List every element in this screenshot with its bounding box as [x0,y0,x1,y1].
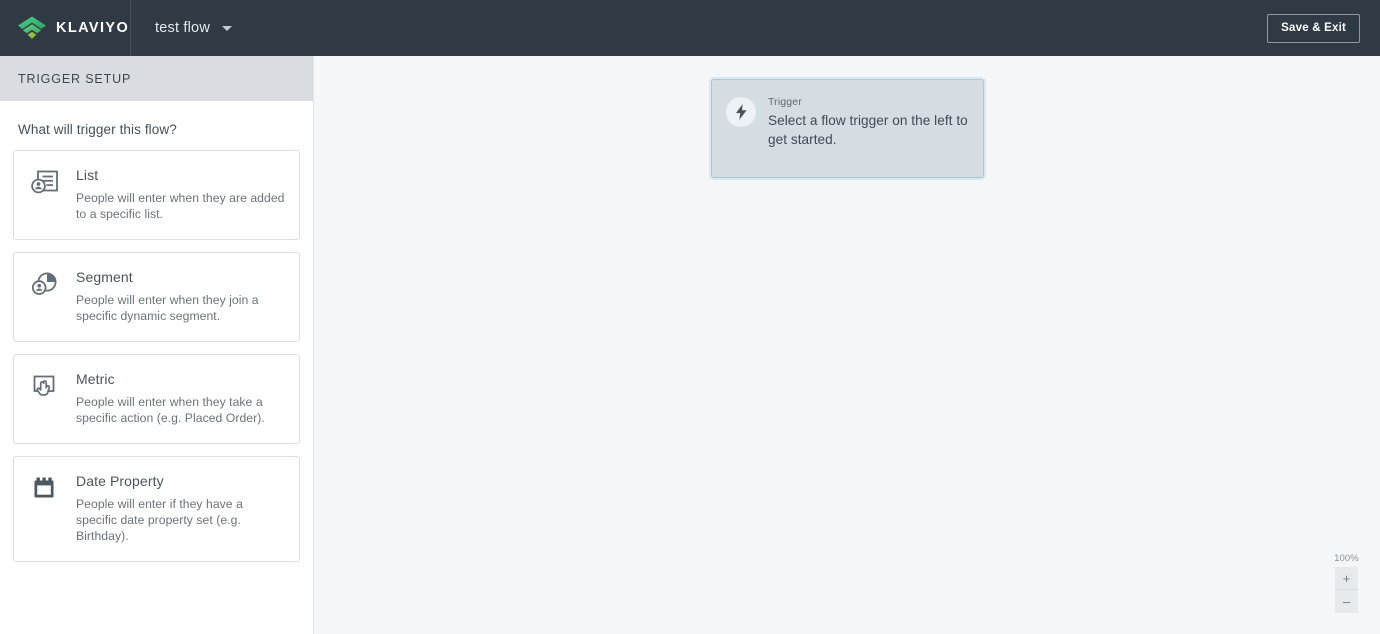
trigger-option-text: Segment People will enter when they join… [76,269,285,324]
trigger-option-title: Segment [76,269,133,285]
zoom-controls: 100% + – [1334,553,1359,613]
trigger-option-segment[interactable]: Segment People will enter when they join… [13,252,300,342]
flow-name-dropdown[interactable]: test flow [131,0,232,56]
trigger-option-list[interactable]: List People will enter when they are add… [13,150,300,240]
trigger-question-label: What will trigger this flow? [18,122,177,137]
zoom-level-label: 100% [1334,553,1359,564]
trigger-option-description: People will enter when they join a speci… [76,293,259,323]
trigger-option-description: People will enter when they take a speci… [76,395,265,425]
trigger-option-description: People will enter when they are added to… [76,191,285,221]
main-body: TRIGGER SETUP What will trigger this flo… [0,56,1380,634]
date-property-calendar-icon [28,473,62,544]
trigger-option-title: List [76,167,99,183]
trigger-option-metric[interactable]: Metric People will enter when they take … [13,354,300,444]
sidebar-header: TRIGGER SETUP [0,56,313,101]
save-and-exit-button[interactable]: Save & Exit [1267,13,1360,43]
flow-builder-app: KLAVIYO test flow Save & Exit TRIGGER SE… [0,0,1380,634]
zoom-out-button[interactable]: – [1335,590,1358,613]
trigger-option-title: Metric [76,371,115,387]
flow-canvas[interactable]: Trigger Select a flow trigger on the lef… [314,56,1380,634]
trigger-option-description: People will enter if they have a specifi… [76,497,243,543]
chevron-down-icon [222,25,232,31]
lightning-bolt-icon [726,97,756,127]
trigger-setup-sidebar: TRIGGER SETUP What will trigger this flo… [0,56,314,634]
trigger-node-description: Select a flow trigger on the left to get… [768,113,968,147]
trigger-option-date-property[interactable]: Date Property People will enter if they … [13,456,300,562]
list-document-person-icon [28,167,62,222]
trigger-option-text: List People will enter when they are add… [76,167,285,222]
top-navigation-bar: KLAVIYO test flow Save & Exit [0,0,1380,56]
zoom-in-button[interactable]: + [1335,567,1358,590]
trigger-node-label: Trigger [768,96,802,108]
trigger-option-text: Metric People will enter when they take … [76,371,285,426]
trigger-node-text: Trigger Select a flow trigger on the lef… [768,95,969,177]
brand-logo-area[interactable]: KLAVIYO [0,0,131,56]
sidebar-content: What will trigger this flow? List People… [0,101,313,574]
metric-click-hand-icon [28,371,62,426]
trigger-option-title: Date Property [76,473,164,489]
klaviyo-logo-icon [17,16,47,40]
brand-name-label: KLAVIYO [56,20,130,36]
flow-name-label: test flow [155,20,210,36]
trigger-node-card[interactable]: Trigger Select a flow trigger on the lef… [711,79,984,178]
segment-pie-person-icon [28,269,62,324]
trigger-option-text: Date Property People will enter if they … [76,473,285,544]
sidebar-header-title: TRIGGER SETUP [18,71,132,86]
